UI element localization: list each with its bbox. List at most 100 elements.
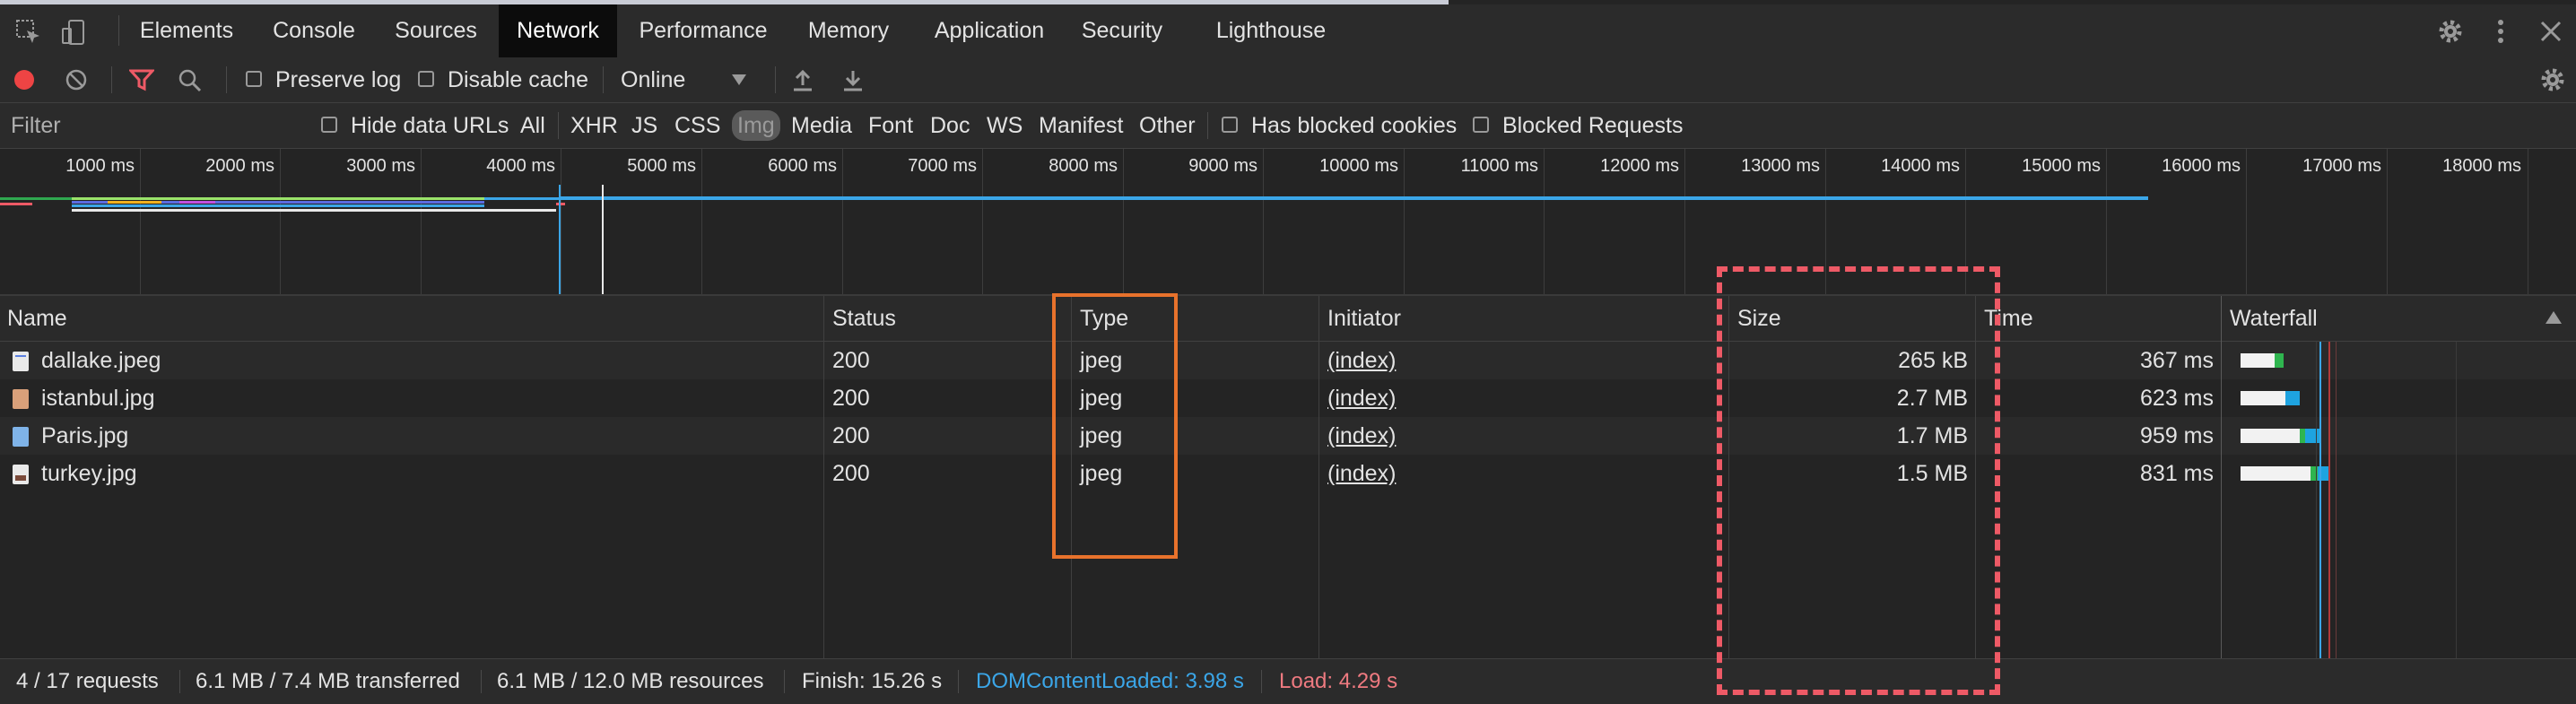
waterfall-waiting-bar (2241, 391, 2285, 405)
has-blocked-cookies-checkbox[interactable]: Has blocked cookies (1222, 103, 1457, 148)
disable-cache-label: Disable cache (447, 67, 588, 92)
export-har-icon[interactable] (841, 67, 865, 92)
checkbox-box[interactable] (1473, 117, 1489, 134)
type-filter-css[interactable]: CSS (674, 103, 720, 148)
blocked-requests-checkbox[interactable]: Blocked Requests (1473, 103, 1683, 148)
load-marker (602, 185, 604, 294)
settings-gear-icon[interactable] (2436, 17, 2465, 46)
checkbox-box[interactable] (321, 117, 337, 134)
request-time: 831 ms (2140, 461, 2214, 486)
checkbox-box[interactable] (246, 71, 262, 88)
tab-performance[interactable]: Performance (631, 4, 775, 57)
table-row[interactable]: turkey.jpg 200 jpeg (index) 1.5 MB 831 m… (0, 455, 2576, 492)
request-time: 959 ms (2140, 423, 2214, 448)
request-name[interactable]: Paris.jpg (41, 417, 128, 455)
tab-lighthouse[interactable]: Lighthouse (1204, 4, 1338, 57)
import-har-icon[interactable] (791, 67, 814, 92)
tab-separator (118, 15, 119, 46)
column-separator[interactable] (823, 296, 824, 658)
waterfall-waiting-bar (2241, 429, 2300, 443)
request-name[interactable]: dallake.jpeg (41, 342, 161, 379)
type-filter-js[interactable]: JS (631, 103, 657, 148)
waterfall-waiting-bar (2241, 353, 2275, 368)
sort-ascending-icon[interactable] (2546, 311, 2562, 324)
tab-network[interactable]: Network (499, 4, 617, 57)
request-initiator-link[interactable]: (index) (1327, 455, 1396, 492)
inspect-element-icon[interactable] (14, 18, 43, 47)
throttling-select[interactable]: Online (621, 57, 753, 102)
waterfall-load-line (2336, 342, 2337, 658)
clear-icon[interactable] (65, 68, 88, 91)
filter-icon[interactable] (129, 68, 154, 91)
table-row[interactable]: dallake.jpeg 200 jpeg (index) 265 kB 367… (0, 342, 2576, 379)
disable-cache-checkbox[interactable]: Disable cache (418, 57, 588, 102)
request-initiator-link[interactable]: (index) (1327, 342, 1396, 379)
column-separator[interactable] (2221, 296, 2222, 658)
filter-input[interactable]: Filter (11, 103, 307, 148)
column-separator[interactable] (1318, 296, 1319, 658)
request-name[interactable]: istanbul.jpg (41, 379, 154, 417)
column-header-initiator[interactable]: Initiator (1327, 296, 1401, 341)
devtools-tab-bar: Elements Console Sources Network Perform… (0, 4, 2576, 58)
checkbox-box[interactable] (1222, 117, 1238, 134)
type-filter-manifest[interactable]: Manifest (1039, 103, 1123, 148)
type-filter-media[interactable]: Media (791, 103, 852, 148)
waterfall-download-bar (2285, 391, 2300, 405)
status-finish: Finish: 15.26 s (802, 669, 943, 693)
request-name[interactable]: turkey.jpg (41, 455, 137, 492)
size-column-highlight-box (1717, 266, 2000, 695)
status-separator (784, 670, 785, 693)
column-header-status[interactable]: Status (832, 296, 896, 341)
image-file-icon (13, 427, 29, 447)
toolbar-separator (775, 66, 776, 93)
toolbar-separator (603, 66, 604, 93)
type-filter-font[interactable]: Font (868, 103, 913, 148)
device-toolbar-icon[interactable] (59, 18, 88, 47)
request-initiator-link[interactable]: (index) (1327, 417, 1396, 455)
waterfall-download-bar (2275, 353, 2284, 368)
table-row[interactable]: istanbul.jpg 200 jpeg (index) 2.7 MB 623… (0, 379, 2576, 417)
network-settings-gear-icon[interactable] (2538, 65, 2567, 94)
waterfall-waiting-bar (2241, 466, 2311, 481)
waterfall-dom-content-loaded-line (2319, 342, 2321, 658)
image-file-icon (13, 465, 29, 484)
tab-application[interactable]: Application (922, 4, 1057, 57)
type-filter-img[interactable]: Img (732, 110, 780, 141)
blocked-requests-label: Blocked Requests (1501, 113, 1684, 138)
checkbox-box[interactable] (418, 71, 434, 88)
column-header-name[interactable]: Name (7, 296, 67, 341)
search-icon[interactable] (178, 68, 203, 93)
status-requests: 4 / 17 requests (16, 669, 159, 693)
column-header-waterfall[interactable]: Waterfall (2230, 296, 2318, 341)
tab-elements[interactable]: Elements (135, 4, 239, 57)
waterfall-gridline (2456, 342, 2457, 658)
type-filter-ws[interactable]: WS (987, 103, 1023, 148)
preserve-log-checkbox[interactable]: Preserve log (246, 57, 401, 102)
network-overview[interactable]: 1000 ms 2000 ms 3000 ms 4000 ms 5000 ms … (0, 149, 2576, 296)
type-filter-other[interactable]: Other (1139, 103, 1196, 148)
type-filter-all[interactable]: All (520, 103, 545, 148)
table-row[interactable]: Paris.jpg 200 jpeg (index) 1.7 MB 959 ms (0, 417, 2576, 455)
type-filter-doc[interactable]: Doc (930, 103, 970, 148)
request-time: 367 ms (2140, 348, 2214, 373)
request-status: 200 (832, 423, 870, 448)
status-transferred: 6.1 MB / 7.4 MB transferred (196, 669, 460, 693)
filter-bar: Filter Hide data URLs All XHR JS CSS Img… (0, 103, 2576, 149)
hide-data-urls-checkbox[interactable]: Hide data URLs (321, 103, 509, 148)
filter-separator (1207, 112, 1208, 139)
tab-security[interactable]: Security (1073, 4, 1171, 57)
tab-memory[interactable]: Memory (793, 4, 904, 57)
status-separator (1261, 670, 1262, 693)
type-column-highlight-box (1052, 293, 1178, 559)
close-devtools-icon[interactable] (2538, 17, 2563, 46)
record-icon[interactable] (13, 68, 36, 91)
tab-console[interactable]: Console (262, 4, 366, 57)
more-options-icon[interactable] (2492, 17, 2510, 46)
dom-content-loaded-marker (559, 185, 561, 294)
type-filter-xhr[interactable]: XHR (570, 103, 618, 148)
status-separator (958, 670, 959, 693)
hide-data-urls-label: Hide data URLs (350, 113, 509, 138)
dropdown-triangle-icon (732, 74, 746, 85)
tab-sources[interactable]: Sources (384, 4, 488, 57)
request-initiator-link[interactable]: (index) (1327, 379, 1396, 417)
